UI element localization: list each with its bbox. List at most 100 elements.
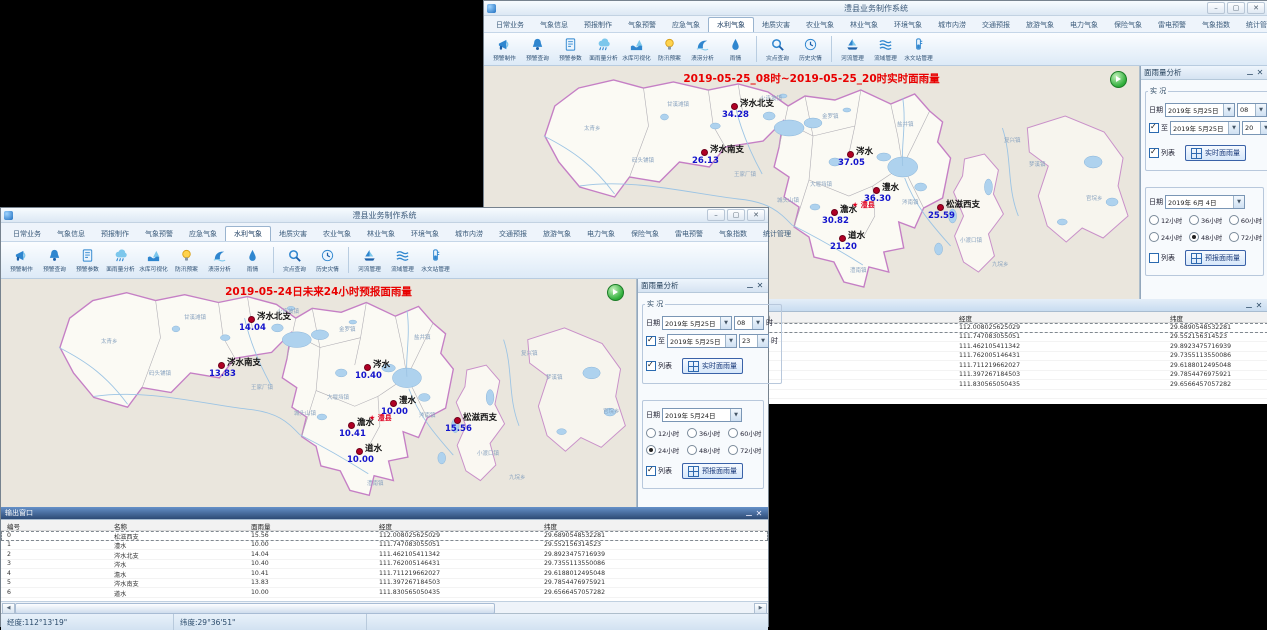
dock-close-icon[interactable]: ✕ <box>754 509 764 518</box>
tab-气象指数[interactable]: 气象指数 <box>711 227 755 241</box>
horizontal-scrollbar[interactable]: ◀ ▶ <box>1 601 768 613</box>
forecast-list-checkbox[interactable] <box>1149 253 1159 263</box>
toolbar-预警参数[interactable]: 预警参数 <box>555 37 586 62</box>
radio-60小时[interactable]: 60小时 <box>1229 215 1260 225</box>
table-row[interactable]: 1澧水10.00111.74708305505129.552156314523 <box>1 541 768 551</box>
radio-12小时[interactable]: 12小时 <box>646 428 687 438</box>
toolbar-预警查询[interactable]: 预警查询 <box>522 37 553 62</box>
toolbar-预警制作[interactable]: 预警制作 <box>489 37 520 62</box>
table-row[interactable]: 6道水10.00111.83056505043529.6566457057282 <box>1 588 768 598</box>
minimize-button[interactable]: – <box>1207 2 1225 14</box>
radio-12小时[interactable]: 12小时 <box>1149 215 1189 225</box>
to-checkbox[interactable] <box>1149 123 1159 133</box>
tab-统计管理[interactable]: 统计管理 <box>1238 18 1267 32</box>
toolbar-预警制作[interactable]: 预警制作 <box>6 248 37 273</box>
scroll-thumb[interactable] <box>15 603 495 614</box>
tab-水利气象[interactable]: 水利气象 <box>708 17 754 32</box>
tab-林业气象[interactable]: 林业气象 <box>842 18 886 32</box>
tab-水利气象[interactable]: 水利气象 <box>225 226 271 241</box>
scroll-left-arrow[interactable]: ◀ <box>2 603 15 614</box>
tab-环境气象[interactable]: 环境气象 <box>886 18 930 32</box>
chevron-down-icon[interactable]: ▼ <box>757 335 768 347</box>
tab-旅游气象[interactable]: 旅游气象 <box>1018 18 1062 32</box>
toolbar-流域管理[interactable]: 流域管理 <box>387 248 418 273</box>
maximize-button[interactable]: ▢ <box>727 209 745 221</box>
tab-日常业务[interactable]: 日常业务 <box>488 18 532 32</box>
tab-城市内涝[interactable]: 城市内涝 <box>930 18 974 32</box>
chevron-down-icon[interactable]: ▼ <box>730 409 741 421</box>
column-header-经度[interactable]: 经度 <box>959 313 972 323</box>
toolbar-灾点查询[interactable]: 灾点查询 <box>279 248 310 273</box>
radio-24小时[interactable]: 24小时 <box>1149 232 1189 242</box>
pin-icon[interactable]: ⚊ <box>1244 301 1254 310</box>
toolbar-河流管理[interactable]: 河流管理 <box>354 248 385 273</box>
toolbar-水库可视化[interactable]: 水库可视化 <box>138 248 169 273</box>
toolbar-水库可视化[interactable]: 水库可视化 <box>621 37 652 62</box>
tab-统计管理[interactable]: 统计管理 <box>755 227 799 241</box>
close-button[interactable]: ✕ <box>747 209 765 221</box>
start-date-combobox[interactable]: 2019年 5月25日▼ <box>1165 103 1235 117</box>
close-button[interactable]: ✕ <box>1247 2 1265 14</box>
forecast-date-combobox[interactable]: 2019年 6月 4日▼ <box>1165 195 1245 209</box>
tab-城市内涝[interactable]: 城市内涝 <box>447 227 491 241</box>
chevron-down-icon[interactable]: ▼ <box>752 317 763 329</box>
tab-地质灾害[interactable]: 地质灾害 <box>754 18 798 32</box>
toolbar-预警参数[interactable]: 预警参数 <box>72 248 103 273</box>
toolbar-历史灾情[interactable]: 历史灾情 <box>312 248 343 273</box>
forecast-date-combobox[interactable]: 2019年 5月24日▼ <box>662 408 742 422</box>
toolbar-水文站管理[interactable]: 水文站管理 <box>420 248 451 273</box>
toolbar-历史灾情[interactable]: 历史灾情 <box>795 37 826 62</box>
tab-雷电预警[interactable]: 雷电预警 <box>1150 18 1194 32</box>
start-hour-combobox[interactable]: 08▼ <box>734 316 764 330</box>
pin-icon[interactable]: ⚊ <box>1245 68 1255 77</box>
end-date-combobox[interactable]: 2019年 5月25日▼ <box>1170 121 1240 135</box>
column-header-纬度[interactable]: 纬度 <box>1170 313 1183 323</box>
forecast-list-checkbox[interactable] <box>646 466 656 476</box>
end-date-combobox[interactable]: 2019年 5月25日▼ <box>667 334 737 348</box>
tab-环境气象[interactable]: 环境气象 <box>403 227 447 241</box>
toolbar-水文站管理[interactable]: 水文站管理 <box>903 37 934 62</box>
realtime-rainfall-button[interactable]: 实时面雨量 <box>682 358 743 374</box>
radio-48小时[interactable]: 48小时 <box>687 445 728 455</box>
panel-close-icon[interactable]: ✕ <box>755 281 765 290</box>
table-row[interactable]: 5涔水南支13.83111.39726718450329.78544769759… <box>1 579 768 589</box>
toolbar-面雨量分析[interactable]: 面雨量分析 <box>105 248 136 273</box>
tab-应急气象[interactable]: 应急气象 <box>181 227 225 241</box>
list-checkbox[interactable] <box>1149 148 1159 158</box>
column-header-经度[interactable]: 经度 <box>379 521 392 531</box>
chevron-down-icon[interactable]: ▼ <box>725 335 736 347</box>
toolbar-渍涝分析[interactable]: 渍涝分析 <box>687 37 718 62</box>
chevron-down-icon[interactable]: ▼ <box>1255 104 1266 116</box>
tab-预报制作[interactable]: 预报制作 <box>576 18 620 32</box>
realtime-rainfall-button[interactable]: 实时面雨量 <box>1185 145 1246 161</box>
tab-气象预警[interactable]: 气象预警 <box>137 227 181 241</box>
tab-日常业务[interactable]: 日常业务 <box>5 227 49 241</box>
table-row[interactable]: 2涔水北支14.04111.46210541134229.89234757169… <box>1 550 768 560</box>
end-hour-combobox[interactable]: 23▼ <box>739 334 769 348</box>
refresh-button[interactable] <box>1110 71 1127 88</box>
radio-60小时[interactable]: 60小时 <box>728 428 760 438</box>
column-header-名称[interactable]: 名称 <box>114 521 127 531</box>
chevron-down-icon[interactable]: ▼ <box>1228 122 1239 134</box>
tab-电力气象[interactable]: 电力气象 <box>579 227 623 241</box>
minimize-button[interactable]: – <box>707 209 725 221</box>
chevron-down-icon[interactable]: ▼ <box>1233 196 1244 208</box>
tab-预报制作[interactable]: 预报制作 <box>93 227 137 241</box>
map-canvas[interactable]: 甘溪滩镇火连坡镇太青乡码头铺镇王家厂镇金罗镇盐井镇复兴镇大堰垱镇涔南镇梦溪镇官垸… <box>1 279 637 507</box>
radio-36小时[interactable]: 36小时 <box>1189 215 1229 225</box>
chevron-down-icon[interactable]: ▼ <box>1223 104 1234 116</box>
panel-close-icon[interactable]: ✕ <box>1255 68 1265 77</box>
table-row[interactable]: 0松滋西支15.56112.00802562502929.68905485322… <box>1 531 768 541</box>
maximize-button[interactable]: ▢ <box>1227 2 1245 14</box>
column-header-编号[interactable]: 编号 <box>7 521 20 531</box>
to-checkbox[interactable] <box>646 336 656 346</box>
forecast-rainfall-button[interactable]: 预报面雨量 <box>682 463 743 479</box>
tab-林业气象[interactable]: 林业气象 <box>359 227 403 241</box>
dock-close-icon[interactable]: ✕ <box>1254 301 1264 310</box>
radio-36小时[interactable]: 36小时 <box>687 428 728 438</box>
chevron-down-icon[interactable]: ▼ <box>720 317 731 329</box>
toolbar-预警查询[interactable]: 预警查询 <box>39 248 70 273</box>
titlebar[interactable]: 澧县业务制作系统 – ▢ ✕ <box>1 208 768 223</box>
tab-交通预报[interactable]: 交通预报 <box>491 227 535 241</box>
chevron-down-icon[interactable]: ▼ <box>1260 122 1267 134</box>
